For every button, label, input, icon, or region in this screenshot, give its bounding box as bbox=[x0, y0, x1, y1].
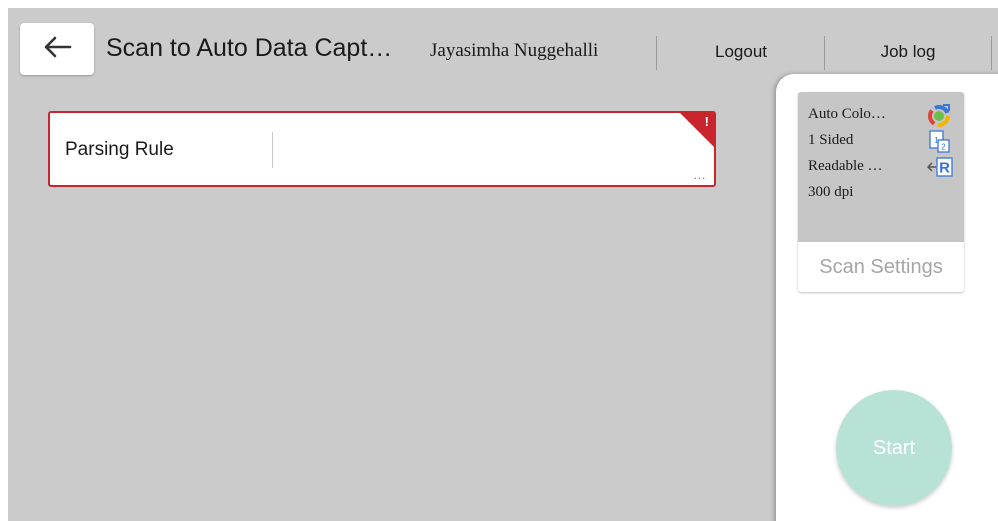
resolution-row: 300 dpi bbox=[808, 180, 958, 206]
single-sided-icon: 1 2 bbox=[926, 128, 952, 154]
logout-button[interactable]: Logout bbox=[658, 34, 824, 70]
field-divider bbox=[272, 132, 273, 168]
orientation-value: Readable … bbox=[808, 158, 883, 174]
orientation-row: Readable … R bbox=[808, 154, 958, 180]
scan-settings-summary[interactable]: Auto Colo… 1 Sided 1 2 Readable … R 300 … bbox=[798, 92, 964, 242]
scan-settings-card[interactable]: Auto Colo… 1 Sided 1 2 Readable … R 300 … bbox=[798, 92, 964, 292]
color-mode-row: Auto Colo… bbox=[808, 102, 958, 128]
more-icon: … bbox=[693, 167, 707, 182]
parsing-rule-label: Parsing Rule bbox=[65, 139, 174, 160]
user-name: Jayasimha Nuggehalli bbox=[430, 40, 599, 61]
svg-text:2: 2 bbox=[941, 143, 946, 152]
error-indicator: ! bbox=[704, 114, 709, 129]
back-button[interactable] bbox=[20, 23, 94, 75]
page-title: Scan to Auto Data Capt… bbox=[106, 34, 393, 62]
readable-direction-icon: R bbox=[926, 154, 953, 180]
auto-color-icon bbox=[926, 102, 952, 128]
scan-side-panel: Auto Colo… 1 Sided 1 2 Readable … R 300 … bbox=[776, 74, 998, 521]
arrow-left-icon bbox=[42, 35, 72, 64]
start-button[interactable]: Start bbox=[836, 390, 952, 506]
sides-value: 1 Sided bbox=[808, 132, 854, 148]
scan-settings-button[interactable]: Scan Settings bbox=[798, 242, 964, 292]
header-divider bbox=[656, 36, 657, 70]
svg-text:R: R bbox=[939, 160, 950, 177]
color-mode-value: Auto Colo… bbox=[808, 106, 886, 122]
header-divider bbox=[991, 36, 992, 70]
app-screen: Scan to Auto Data Capt… Jayasimha Nuggeh… bbox=[8, 8, 998, 521]
sides-row: 1 Sided 1 2 bbox=[808, 128, 958, 154]
resolution-value: 300 dpi bbox=[808, 184, 854, 200]
job-log-button[interactable]: Job log bbox=[824, 34, 992, 70]
parsing-rule-field[interactable]: Parsing Rule ! … bbox=[48, 111, 716, 187]
